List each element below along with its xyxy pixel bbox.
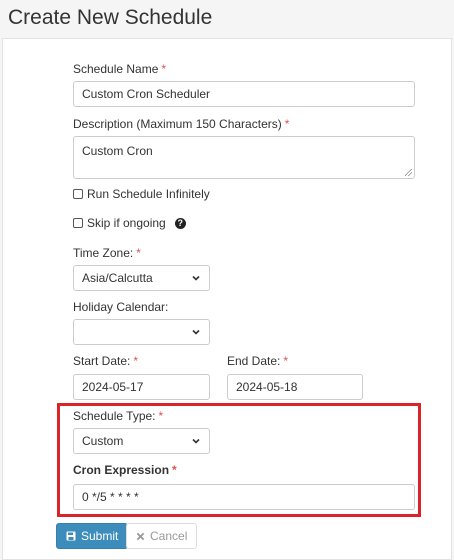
- schedule-name-label: Schedule Name *: [73, 62, 166, 76]
- holiday-calendar-label: Holiday Calendar:: [73, 300, 168, 314]
- schedule-name-label-text: Schedule Name: [73, 62, 159, 76]
- time-zone-value: Asia/Calcutta: [82, 271, 153, 285]
- description-value: Custom Cron: [82, 144, 153, 158]
- time-zone-label: Time Zone: *: [73, 246, 141, 260]
- time-zone-select[interactable]: Asia/Calcutta: [73, 265, 210, 291]
- schedule-name-value: Custom Cron Scheduler: [82, 87, 211, 101]
- end-date-input[interactable]: 2024-05-18: [227, 374, 363, 400]
- cron-expression-label-text: Cron Expression: [73, 463, 170, 477]
- description-label-text: Description (Maximum 150 Characters): [73, 117, 282, 131]
- submit-label: Submit: [81, 529, 119, 543]
- page-title: Create New Schedule: [8, 6, 213, 29]
- time-zone-label-text: Time Zone:: [73, 246, 134, 260]
- cron-expression-input[interactable]: 0 */5 * * * *: [73, 484, 415, 510]
- schedule-type-label-text: Schedule Type:: [73, 409, 156, 423]
- schedule-type-label: Schedule Type: *: [73, 409, 163, 423]
- required-mark: *: [158, 409, 164, 423]
- run-infinitely-row: Run Schedule Infinitely: [73, 187, 210, 201]
- close-icon: [136, 532, 145, 540]
- schedule-type-select[interactable]: Custom: [73, 428, 210, 454]
- schedule-type-value: Custom: [82, 434, 124, 448]
- run-infinitely-label: Run Schedule Infinitely: [87, 187, 210, 201]
- start-date-label: Start Date: *: [73, 354, 138, 368]
- cancel-label: Cancel: [150, 529, 188, 543]
- skip-if-ongoing-label: Skip if ongoing: [87, 216, 166, 230]
- cancel-button[interactable]: Cancel: [126, 523, 198, 549]
- required-mark: *: [136, 246, 141, 260]
- save-icon: [66, 531, 76, 541]
- submit-button[interactable]: Submit: [56, 523, 129, 549]
- holiday-calendar-select[interactable]: [73, 319, 210, 345]
- required-mark: *: [161, 62, 167, 76]
- chevron-down-icon: [192, 275, 200, 281]
- skip-if-ongoing-row: Skip if ongoing ?: [73, 216, 186, 230]
- start-date-value: 2024-05-17: [82, 380, 144, 394]
- chevron-down-icon: [192, 329, 200, 335]
- end-date-label: End Date: *: [227, 354, 288, 368]
- end-date-label-text: End Date:: [227, 354, 281, 368]
- cron-expression-value: 0 */5 * * * *: [82, 490, 139, 504]
- schedule-name-input[interactable]: Custom Cron Scheduler: [73, 81, 415, 107]
- required-mark: *: [172, 463, 177, 477]
- description-textarea[interactable]: Custom Cron: [73, 136, 415, 179]
- skip-if-ongoing-checkbox[interactable]: [73, 218, 83, 228]
- question-circle-icon[interactable]: ?: [174, 217, 186, 229]
- end-date-value: 2024-05-18: [236, 380, 298, 394]
- holiday-calendar-label-text: Holiday Calendar:: [73, 300, 169, 314]
- required-mark: *: [133, 354, 139, 368]
- resize-handle-icon[interactable]: [405, 169, 412, 176]
- description-label: Description (Maximum 150 Characters) *: [73, 117, 289, 131]
- start-date-input[interactable]: 2024-05-17: [73, 374, 210, 400]
- cron-expression-label: Cron Expression *: [73, 463, 177, 477]
- run-infinitely-checkbox[interactable]: [73, 189, 83, 199]
- start-date-label-text: Start Date:: [73, 354, 131, 368]
- chevron-down-icon: [192, 438, 200, 444]
- required-mark: *: [284, 117, 290, 131]
- required-mark: *: [283, 354, 289, 368]
